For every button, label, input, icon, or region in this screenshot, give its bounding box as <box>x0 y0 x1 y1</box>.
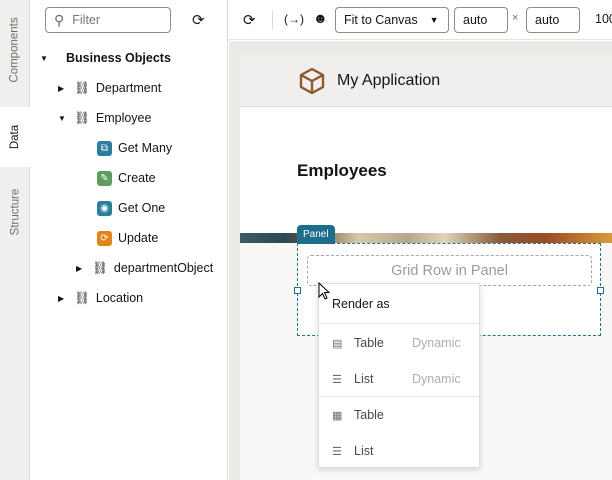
menu-item-list[interactable]: ☰ List <box>319 433 479 469</box>
list-icon: ☰ <box>332 445 342 458</box>
caret-right-icon[interactable]: ▶ <box>76 264 86 273</box>
caret-down-icon[interactable]: ▼ <box>40 54 50 63</box>
data-panel: ⚲ ⟳ ▼Business Objects ▶⛓Department ▼⛓Emp… <box>30 0 228 480</box>
tree-item-business-objects[interactable]: ▼ Business Objects <box>40 48 171 68</box>
height-input[interactable]: auto <box>526 7 580 33</box>
divider <box>272 10 273 30</box>
side-tab-rail: Components Data Structure <box>0 0 31 480</box>
tree-item-location[interactable]: ▶ ⛓ Location <box>58 288 143 308</box>
tree-item-department[interactable]: ▶ ⛓ Department <box>58 78 161 98</box>
render-as-menu: Render as ▤ Table Dynamic ☰ List Dynamic ▦ Ta… <box>318 283 480 468</box>
cube-logo-icon <box>299 67 325 94</box>
tree-item-employee[interactable]: ▼ ⛓ Employee <box>58 108 151 128</box>
get-many-icon: ⧉ <box>97 140 112 156</box>
times-label: × <box>512 12 519 24</box>
resize-handle-left[interactable] <box>294 287 301 294</box>
database-icon: ⛓ <box>92 260 108 275</box>
resize-handle-right[interactable] <box>597 287 604 294</box>
caret-down-icon: ▼ <box>429 15 439 25</box>
pencil-icon: ✎ <box>97 170 112 186</box>
menu-item-dynamic-table[interactable]: ▤ Table Dynamic <box>319 325 479 361</box>
caret-down-icon[interactable]: ▼ <box>58 114 68 123</box>
app-header: My Application <box>240 55 612 107</box>
database-icon: ⛓ <box>74 110 90 125</box>
grid-row-placeholder[interactable]: Grid Row in Panel <box>307 255 592 286</box>
tree-item-get-many[interactable]: ⧉ Get Many <box>97 138 172 158</box>
table-icon: ▦ <box>332 409 343 422</box>
tab-structure[interactable]: Structure <box>0 172 30 252</box>
menu-item-table[interactable]: ▦ Table <box>319 397 479 433</box>
filter-input[interactable] <box>72 13 153 27</box>
refresh-icon[interactable]: ⟳ <box>192 11 205 29</box>
tree-item-update[interactable]: ⟳ Update <box>97 228 158 248</box>
database-icon: ⛓ <box>74 80 90 95</box>
content-area <box>240 108 612 233</box>
page-heading: Employees <box>297 161 387 180</box>
designer-toolbar: ⟳ (→) ☻ Fit to Canvas▼ auto × auto 100 <box>229 0 612 40</box>
tree-item-department-object[interactable]: ▶ ⛓ departmentObject <box>76 258 213 278</box>
panel-label: Panel <box>297 225 335 244</box>
dynamic-table-icon: ▤ <box>332 337 343 350</box>
divider <box>319 323 479 324</box>
zoom-level[interactable]: 100 <box>595 12 612 26</box>
database-icon: ⛓ <box>74 290 90 305</box>
tree-item-create[interactable]: ✎ Create <box>97 168 156 188</box>
user-icon[interactable]: ☻ <box>313 10 328 26</box>
caret-right-icon[interactable]: ▶ <box>58 84 68 93</box>
app-title: My Application <box>337 72 441 89</box>
list-icon: ☰ <box>332 373 342 386</box>
width-input[interactable]: auto <box>454 7 508 33</box>
caret-right-icon[interactable]: ▶ <box>58 294 68 303</box>
eye-icon: ◉ <box>97 200 112 216</box>
tab-components[interactable]: Components <box>0 0 30 100</box>
filter-field[interactable]: ⚲ <box>45 7 171 33</box>
expand-width-icon[interactable]: (→) <box>284 12 304 26</box>
refresh-icon: ⟳ <box>97 230 112 246</box>
tree-item-get-one[interactable]: ◉ Get One <box>97 198 165 218</box>
menu-item-dynamic-list[interactable]: ☰ List Dynamic <box>319 361 479 397</box>
tab-data[interactable]: Data <box>0 107 31 167</box>
search-icon: ⚲ <box>54 11 65 28</box>
banner-image <box>240 233 612 243</box>
mouse-cursor-icon <box>318 282 331 300</box>
fit-to-canvas-select[interactable]: Fit to Canvas ▼ <box>335 7 449 33</box>
menu-header: Render as <box>332 297 390 311</box>
refresh-icon[interactable]: ⟳ <box>243 11 256 29</box>
